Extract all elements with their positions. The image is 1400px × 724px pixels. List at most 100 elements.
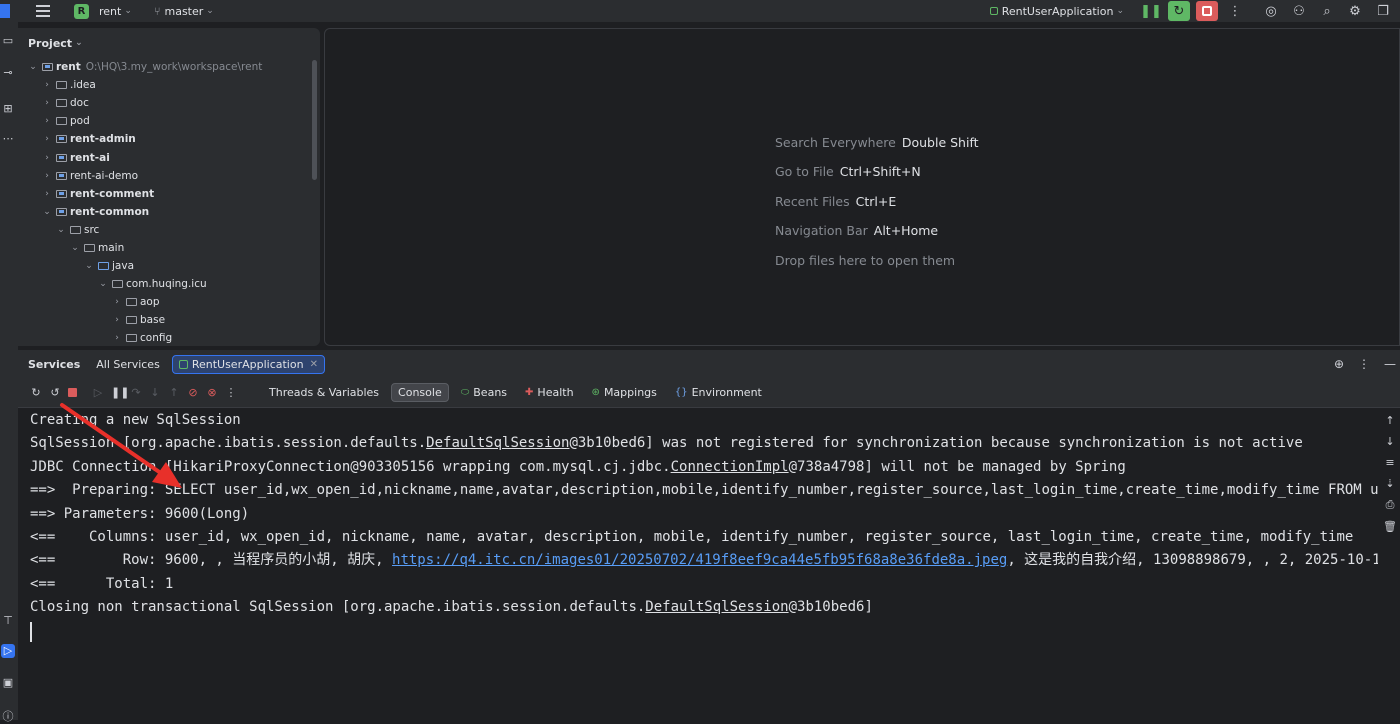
structure-tool-icon[interactable]: ⊞ xyxy=(1,102,15,116)
editor-hint: Drop files here to open them xyxy=(775,253,955,268)
console-class-ref[interactable]: DefaultSqlSession xyxy=(426,435,569,451)
console-line: SqlSession [org.apache.ibatis.session.de… xyxy=(30,432,1378,455)
tree-item[interactable]: › rent-comment xyxy=(18,185,320,203)
tree-item[interactable]: › .idea xyxy=(18,76,320,94)
subtab-health[interactable]: ✚ Health xyxy=(519,384,580,401)
project-panel-header[interactable]: Project ⌄ xyxy=(18,28,320,58)
add-user-icon[interactable]: ⚇ xyxy=(1288,1,1310,21)
mute-breakpoints-icon[interactable]: ⊗ xyxy=(206,386,218,399)
console-link[interactable]: https://q4.itc.cn/images01/20250702/419f… xyxy=(392,552,1007,568)
subtab-mappings[interactable]: ⊛ Mappings xyxy=(586,384,663,401)
chevron-right-icon[interactable]: › xyxy=(112,297,122,307)
step-over-icon[interactable]: ↷ xyxy=(130,386,142,399)
rerun-debug-icon[interactable]: ↺ xyxy=(49,386,61,399)
tree-item[interactable]: › rent-ai xyxy=(18,148,320,166)
console-output[interactable]: Creating a new SqlSession SqlSession [org… xyxy=(18,408,1378,720)
ai-assistant-icon[interactable]: ◎ xyxy=(1260,1,1282,21)
project-badge[interactable]: R xyxy=(74,3,89,19)
chevron-down-icon[interactable]: ⌄ xyxy=(42,207,52,217)
chevron-right-icon[interactable]: › xyxy=(42,153,52,163)
project-selector[interactable]: rent ⌄ xyxy=(99,5,132,18)
tree-item[interactable]: ⌄ src xyxy=(18,221,320,239)
chevron-right-icon[interactable]: › xyxy=(112,333,122,343)
project-tool-icon[interactable]: ▭ xyxy=(1,34,15,48)
console-text: <== Columns: user_id, wx_open_id, nickna… xyxy=(30,528,1354,545)
settings-gear-icon[interactable]: ⚙ xyxy=(1344,1,1366,21)
console-text: , 这是我的自我介绍, 13098898679, , 2, 2025-10-12… xyxy=(1007,552,1378,569)
console-line: Creating a new SqlSession xyxy=(30,409,1378,432)
chevron-down-icon[interactable]: ⌄ xyxy=(98,279,108,289)
build-tool-icon[interactable]: ⊤ xyxy=(1,614,15,628)
app-logo-icon xyxy=(0,4,10,18)
subtab-environment[interactable]: {} Environment xyxy=(669,384,768,401)
tab-rent-user-application[interactable]: RentUserApplication ✕ xyxy=(171,354,325,374)
chevron-down-icon[interactable]: ⌄ xyxy=(84,261,94,271)
tree-item[interactable]: › rent-admin xyxy=(18,130,320,148)
console-class-ref[interactable]: ConnectionImpl xyxy=(671,459,789,475)
chevron-right-icon[interactable]: › xyxy=(42,134,52,144)
restore-window-icon[interactable]: ❐ xyxy=(1372,1,1394,21)
tree-item[interactable]: ⌄ rent-common xyxy=(18,203,320,221)
services-tool-icon[interactable]: ▷ xyxy=(1,644,15,658)
tree-item[interactable]: › base xyxy=(18,311,320,329)
tree-item[interactable]: › aop xyxy=(18,293,320,311)
tree-item[interactable]: › pod xyxy=(18,112,320,130)
project-scrollbar[interactable] xyxy=(312,60,317,180)
more-icon[interactable]: ⋮ xyxy=(225,386,237,399)
chevron-down-icon[interactable]: ⌄ xyxy=(28,62,38,72)
tree-item[interactable]: › config xyxy=(18,329,320,346)
chevron-right-icon[interactable]: › xyxy=(42,98,52,108)
soft-wrap-icon[interactable]: ≡ xyxy=(1385,456,1394,469)
main-menu-icon[interactable] xyxy=(36,5,50,17)
run-config-selector[interactable]: RentUserApplication ⌄ xyxy=(989,5,1124,18)
minimize-icon[interactable]: — xyxy=(1384,357,1396,371)
chevron-right-icon[interactable]: › xyxy=(42,189,52,199)
scroll-to-end-icon[interactable]: ⇣ xyxy=(1385,477,1394,490)
subtab-beans[interactable]: ⬭ Beans xyxy=(455,384,513,401)
tree-item[interactable]: ⌄ java xyxy=(18,257,320,275)
print-icon[interactable]: ⎙ xyxy=(1386,498,1395,512)
chevron-down-icon[interactable]: ⌄ xyxy=(70,243,80,253)
environment-icon: {} xyxy=(674,387,688,398)
search-icon[interactable]: ⌕ xyxy=(1316,1,1338,21)
tree-item[interactable]: › rent-ai-demo xyxy=(18,167,320,185)
editor-hint: Navigation Bar Alt+Home xyxy=(775,223,938,238)
stop-icon[interactable] xyxy=(68,388,77,397)
rerun-button[interactable]: ↻ xyxy=(1168,1,1190,21)
tree-item[interactable]: ⌄ com.huqing.icu xyxy=(18,275,320,293)
stop-button[interactable] xyxy=(1196,1,1218,21)
chevron-right-icon[interactable]: › xyxy=(42,80,52,90)
resume-icon[interactable]: ▷ xyxy=(92,386,104,399)
more-options-icon[interactable]: ⋮ xyxy=(1358,357,1370,371)
subtab-threads-variables[interactable]: Threads & Variables xyxy=(263,384,385,401)
hint-shortcut: Alt+Home xyxy=(873,223,939,238)
scroll-up-icon[interactable]: ↑ xyxy=(1385,414,1394,427)
console-text: @738a4798] will not be managed by Spring xyxy=(788,458,1126,475)
options-icon[interactable]: ⊕ xyxy=(1334,357,1344,371)
console-class-ref[interactable]: DefaultSqlSession xyxy=(645,599,788,615)
scroll-down-icon[interactable]: ↓ xyxy=(1385,435,1394,448)
subtab-console[interactable]: Console xyxy=(391,383,449,402)
rerun-icon[interactable]: ↻ xyxy=(30,386,42,399)
more-tools-icon[interactable]: ⋯ xyxy=(1,132,15,146)
terminal-tool-icon[interactable]: ▣ xyxy=(1,676,15,690)
tab-all-services[interactable]: All Services xyxy=(96,358,160,371)
step-out-icon[interactable]: ↑ xyxy=(168,386,180,399)
chevron-down-icon[interactable]: ⌄ xyxy=(56,225,66,235)
branch-selector[interactable]: ⑂ master ⌄ xyxy=(142,5,214,18)
tree-item[interactable]: ⌄ rent O:\HQ\3.my_work\workspace\rent xyxy=(18,58,320,76)
console-text: Closing non transactional SqlSession [or… xyxy=(30,599,646,616)
chevron-right-icon[interactable]: › xyxy=(42,171,52,181)
tree-item[interactable]: › doc xyxy=(18,94,320,112)
step-into-icon[interactable]: ↓ xyxy=(149,386,161,399)
tree-item[interactable]: ⌄ main xyxy=(18,239,320,257)
more-actions-icon[interactable]: ⋮ xyxy=(1224,1,1246,21)
pause-icon[interactable]: ❚❚ xyxy=(111,386,129,399)
pause-button[interactable]: ❚❚ xyxy=(1140,1,1162,21)
view-breakpoints-icon[interactable]: ⊘ xyxy=(187,386,199,399)
chevron-right-icon[interactable]: › xyxy=(112,315,122,325)
chevron-right-icon[interactable]: › xyxy=(42,116,52,126)
clear-all-icon[interactable]: 🗑 xyxy=(1383,520,1397,533)
commit-tool-icon[interactable]: ⊸ xyxy=(1,66,15,80)
close-icon[interactable]: ✕ xyxy=(310,359,318,370)
